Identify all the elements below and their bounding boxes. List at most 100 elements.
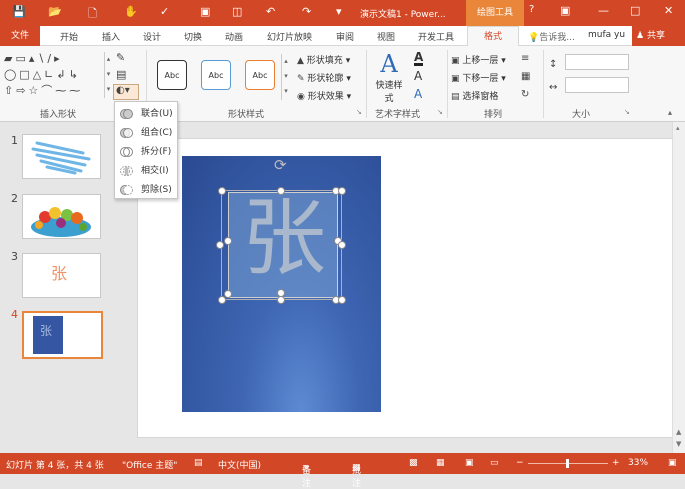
resize-handle[interactable] [338, 241, 346, 249]
height-input[interactable] [565, 54, 629, 70]
slide-thumb-3[interactable]: 张 [22, 253, 101, 298]
presentation-icon[interactable]: ◫ [232, 5, 242, 18]
minimize-icon[interactable]: — [598, 4, 609, 17]
bring-forward-button[interactable]: ▣ 上移一层 ▾ [451, 53, 506, 66]
resize-handle[interactable] [277, 289, 285, 297]
tab-slideshow[interactable]: 幻灯片放映 [267, 30, 312, 43]
tab-developer[interactable]: 开发工具 [418, 30, 454, 43]
resize-handle[interactable] [277, 187, 285, 195]
resize-handle[interactable] [224, 237, 232, 245]
resize-handle[interactable] [218, 187, 226, 195]
menu-item-union-label: 联合(U) [141, 109, 173, 119]
close-icon[interactable]: ✕ [664, 4, 673, 17]
slide-thumb-4-selected[interactable]: 张 [22, 311, 103, 359]
slide-sorter-icon[interactable]: ▦ [436, 458, 445, 468]
ribbon-display-icon[interactable]: ▣ [560, 4, 570, 17]
merge-shapes-menu: 联合(U) 组合(C) 拆分(F) 相交(I) 剪除(S) [114, 101, 178, 199]
text-effects-icon[interactable]: A [414, 88, 422, 100]
redo-icon[interactable]: ↷ [302, 5, 311, 18]
menu-item-subtract[interactable]: 剪除(S) [115, 181, 177, 199]
shape-outline-button[interactable]: ✎ 形状轮廓 ▾ [297, 71, 351, 84]
new-icon[interactable]: 🗋 [88, 5, 97, 24]
resize-handle[interactable] [224, 290, 232, 298]
quick-styles-button[interactable]: A 快速样式 [372, 50, 406, 104]
save-icon[interactable]: 💾 [12, 5, 26, 18]
tab-animations[interactable]: 动画 [225, 30, 243, 43]
image-icon[interactable]: ▣ [200, 5, 210, 18]
prev-slide-icon[interactable]: ▲ [676, 428, 681, 436]
proofing-icon[interactable]: ▤ [194, 458, 203, 468]
scroll-up-icon[interactable]: ▴ [676, 124, 680, 132]
collapse-ribbon-icon[interactable]: ▴ [668, 108, 672, 117]
resize-handle[interactable] [338, 187, 346, 195]
tab-file[interactable]: 文件 [0, 26, 40, 46]
tab-view[interactable]: 视图 [377, 30, 395, 43]
tell-me-search[interactable]: 💡告诉我... [528, 30, 575, 43]
comments-label: 批注 [352, 466, 362, 489]
slide-thumb-2[interactable] [22, 194, 101, 239]
open-icon[interactable]: 📂 [48, 5, 62, 18]
zoom-in-icon[interactable]: + [612, 458, 620, 468]
send-backward-button[interactable]: ▣ 下移一层 ▾ [451, 71, 506, 84]
zoom-level[interactable]: 33% [628, 458, 648, 468]
tab-review[interactable]: 审阅 [336, 30, 354, 43]
reading-view-icon[interactable]: ▣ [465, 458, 474, 468]
zoom-slider-thumb[interactable] [566, 459, 569, 468]
dialog-launcher-icon[interactable]: ↘ [356, 108, 362, 116]
help-icon[interactable]: ? [529, 4, 534, 15]
resize-handle[interactable] [277, 296, 285, 304]
shape-fill-button[interactable]: ▲ 形状填充 ▾ [297, 53, 350, 66]
customize-qat-icon[interactable]: ▾ [336, 5, 342, 18]
next-slide-icon[interactable]: ▼ [676, 440, 681, 448]
slide-thumb-1[interactable] [22, 134, 101, 179]
format-painter-icon[interactable]: ✓ [160, 5, 169, 18]
undo-icon[interactable]: ↶ [266, 5, 275, 18]
edit-shape-icon[interactable]: ✎ [116, 51, 125, 64]
shape-outline-label: 形状轮廓 [307, 74, 344, 84]
slideshow-view-icon[interactable]: ▭ [490, 458, 499, 468]
tab-design[interactable]: 设计 [143, 30, 161, 43]
menu-item-intersect[interactable]: 相交(I) [115, 162, 177, 180]
style-sample-2[interactable]: Abc [201, 60, 231, 90]
touch-mode-icon[interactable]: ✋ [124, 5, 138, 18]
shapes-scroll[interactable]: ▴ ▾ ▾ [104, 52, 112, 98]
resize-handle[interactable] [338, 296, 346, 304]
tab-format[interactable]: 格式 [467, 26, 519, 47]
dialog-launcher-icon[interactable]: ↘ [437, 108, 443, 116]
language-indicator[interactable]: 中文(中国) [218, 458, 261, 471]
tab-insert[interactable]: 插入 [102, 30, 120, 43]
vertical-scrollbar[interactable]: ▴ ▲ ▼ [672, 122, 685, 453]
rotate-icon[interactable]: ↻ [521, 89, 529, 100]
share-button[interactable]: ♟ 共享 [632, 26, 685, 46]
rotate-handle-icon[interactable]: ⟳ [274, 156, 287, 174]
normal-view-icon[interactable]: ▩ [409, 458, 418, 468]
selection-pane-button[interactable]: ▤ 选择窗格 [451, 89, 498, 102]
styles-scroll[interactable]: ▴ ▾ ▾ [281, 54, 290, 100]
shapes-gallery[interactable]: ▰▭▴∖∕▸ ◯□△∟↲↳ ⇧⇨☆⌒⁓⁓ [4, 51, 108, 101]
height-icon: ↕ [549, 59, 558, 70]
fit-slide-icon[interactable]: ▣ [668, 458, 677, 468]
zoom-out-icon[interactable]: − [516, 458, 524, 468]
shape-effects-button[interactable]: ◉ 形状效果 ▾ [297, 89, 351, 102]
menu-item-fragment[interactable]: 拆分(F) [115, 143, 177, 161]
window-title: 演示文稿1 - Power... [360, 10, 446, 20]
dialog-launcher-icon[interactable]: ↘ [624, 108, 630, 116]
selection-pane-label: 选择窗格 [462, 92, 499, 102]
merge-shapes-button[interactable]: ◐▾ [113, 84, 139, 100]
resize-handle[interactable] [216, 241, 224, 249]
menu-item-combine[interactable]: 组合(C) [115, 124, 177, 142]
maximize-icon[interactable]: □ [630, 4, 640, 17]
text-box-icon[interactable]: ▤ [116, 68, 126, 81]
text-outline-icon[interactable]: A [414, 70, 422, 82]
group-icon[interactable]: ▦ [521, 71, 530, 82]
align-icon[interactable]: ≡ [521, 53, 529, 64]
style-sample-3[interactable]: Abc [245, 60, 275, 90]
style-sample-1[interactable]: Abc [157, 60, 187, 90]
menu-item-union[interactable]: 联合(U) [115, 105, 177, 123]
user-name[interactable]: mufa yu [588, 30, 625, 40]
text-fill-icon[interactable]: A [414, 51, 424, 66]
width-input[interactable] [565, 77, 629, 93]
tab-transitions[interactable]: 切换 [184, 30, 202, 43]
chevron-down-icon: ▾ [346, 74, 351, 84]
tab-home[interactable]: 开始 [60, 30, 78, 43]
